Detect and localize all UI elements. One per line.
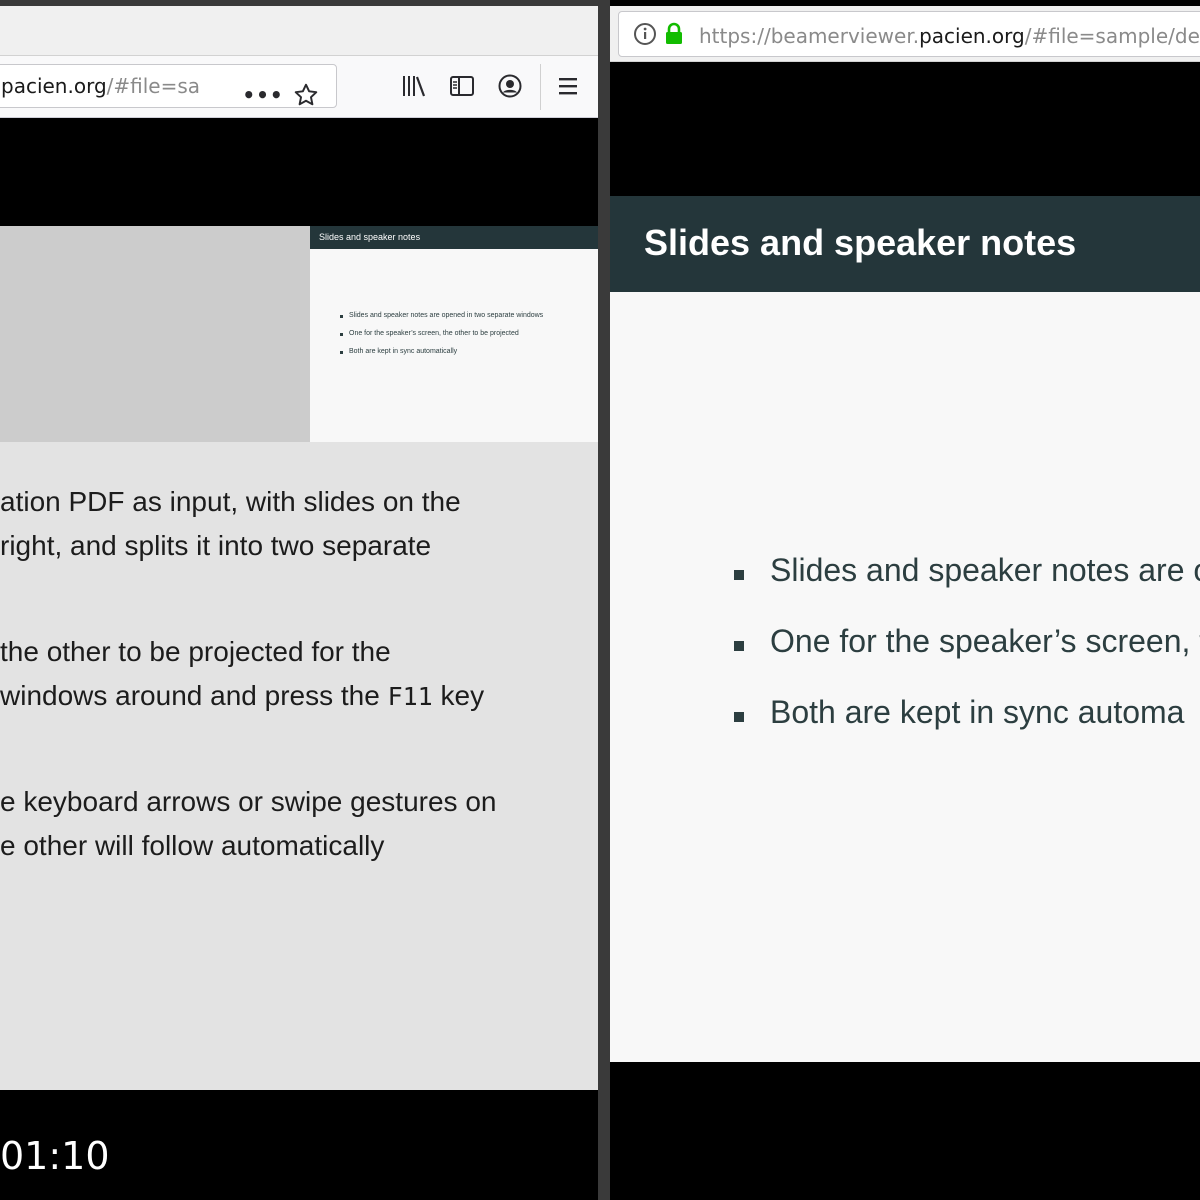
account-icon[interactable] [494, 70, 526, 102]
notes-text: windows around and press the [0, 680, 388, 711]
notes-line: right, and splits it into two separate [0, 530, 432, 561]
notes-paragraph: e keyboard arrows or swipe gestures on e… [0, 780, 560, 868]
notes-line: ation PDF as input, with slides on the [0, 486, 461, 517]
url-domain: pacien.org [919, 24, 1025, 48]
thumbnail-bullet-list: Slides and speaker notes are opened in t… [340, 312, 543, 366]
notes-text: key [432, 680, 485, 711]
presentation-timer: 01:10 [0, 1134, 110, 1178]
thumbnail-header: Slides and speaker notes [310, 226, 598, 249]
lock-icon [663, 22, 685, 46]
speaker-view: Slides and speaker notes Slides and spea… [0, 118, 598, 1200]
slide-bullet-list: Slides and speaker notes are o One for t… [734, 552, 1200, 765]
slide-header: Slides and speaker notes [610, 196, 1200, 292]
tab-strip [0, 6, 598, 56]
info-icon[interactable] [633, 22, 657, 46]
browser-toolbar: https://beamerviewer.pacien.org/#file=sa… [610, 6, 1200, 62]
notes-line: e other will follow automatically [0, 830, 385, 861]
url-bar[interactable]: pacien.org/#file=sam ••• [0, 64, 337, 108]
star-icon[interactable] [290, 79, 322, 111]
window-divider [598, 0, 610, 1200]
thumbnail-bullet: Slides and speaker notes are opened in t… [340, 312, 543, 330]
slide-bullet: Both are kept in sync automa [734, 694, 1200, 765]
speaker-window: pacien.org/#file=sam ••• Slides and spea… [0, 0, 598, 1200]
slide-bullet: One for the speaker’s screen, t [734, 623, 1200, 694]
slide-title: Slides and speaker notes [644, 222, 1077, 263]
url-text[interactable]: pacien.org/#file=sam [1, 74, 201, 98]
url-text[interactable]: https://beamerviewer.pacien.org/#file=sa… [699, 24, 1200, 48]
notes-line: e keyboard arrows or swipe gestures on [0, 786, 497, 817]
projected-slide: Slides and speaker notes Slides and spea… [610, 196, 1200, 1062]
library-icon[interactable] [398, 70, 430, 102]
slide-bullet: Slides and speaker notes are o [734, 552, 1200, 623]
url-prefix: https://beamerviewer. [699, 24, 920, 48]
notes-paragraph: the other to be projected for the window… [0, 630, 560, 719]
thumbnail-title: Slides and speaker notes [319, 232, 421, 242]
key-label: F11 [387, 682, 433, 711]
notes-line: the other to be projected for the [0, 636, 391, 667]
url-path: /#file=sam [106, 74, 201, 98]
thumbnail-bullet: Both are kept in sync automatically [340, 348, 543, 366]
thumbnail-bullet: One for the speaker’s screen, the other … [340, 330, 543, 348]
more-icon[interactable]: ••• [242, 81, 282, 109]
notes-line: windows around and press the F11 key [0, 674, 560, 719]
notes-paragraph: ation PDF as input, with slides on the r… [0, 480, 560, 568]
sidebar-toggle-icon[interactable] [446, 70, 478, 102]
hamburger-menu-icon[interactable] [552, 70, 584, 102]
slides-window: https://beamerviewer.pacien.org/#file=sa… [610, 0, 1200, 1200]
url-host: pacien.org [1, 74, 107, 98]
url-bar[interactable]: https://beamerviewer.pacien.org/#file=sa… [618, 11, 1200, 57]
current-slide-thumbnail: Slides and speaker notes Slides and spea… [310, 226, 598, 442]
url-path: /#file=sample/dem [1024, 24, 1200, 48]
toolbar-separator [540, 64, 541, 110]
browser-toolbar: pacien.org/#file=sam ••• [0, 56, 598, 118]
speaker-notes: ation PDF as input, with slides on the r… [0, 442, 598, 1090]
previous-slide-thumbnail [0, 226, 310, 442]
